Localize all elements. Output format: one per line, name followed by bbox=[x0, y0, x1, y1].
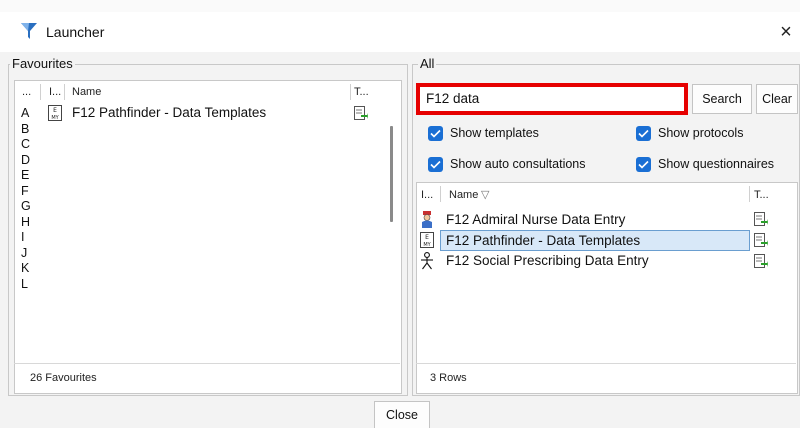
show-questionnaires-checkbox[interactable] bbox=[636, 157, 651, 172]
template-launch-icon bbox=[754, 233, 768, 252]
show-protocols-checkbox[interactable] bbox=[636, 126, 651, 141]
column-header-letter[interactable]: ... bbox=[22, 86, 31, 98]
favourite-name: F12 Pathfinder - Data Templates bbox=[72, 105, 267, 120]
column-header-name[interactable]: Name bbox=[449, 189, 478, 201]
clear-button[interactable]: Clear bbox=[756, 84, 798, 114]
launcher-funnel-icon bbox=[20, 20, 38, 42]
letter-index[interactable]: K bbox=[21, 261, 35, 277]
svg-text:MY: MY bbox=[51, 115, 59, 121]
template-launch-icon bbox=[754, 212, 768, 231]
letter-index[interactable]: J bbox=[21, 246, 35, 262]
show-templates-checkbox[interactable] bbox=[428, 126, 443, 141]
template-launch-icon bbox=[754, 254, 768, 273]
window-title: Launcher bbox=[46, 24, 105, 40]
result-row[interactable]: F12 Admiral Nurse Data Entry bbox=[418, 210, 750, 230]
nurse-icon bbox=[420, 211, 434, 232]
letter-index[interactable]: E bbox=[21, 168, 35, 184]
favourites-list[interactable] bbox=[14, 80, 402, 394]
svg-text:E: E bbox=[425, 234, 429, 241]
letter-index[interactable]: I bbox=[21, 230, 35, 246]
title-bar bbox=[0, 12, 800, 52]
show-auto-consultations-checkbox[interactable] bbox=[428, 157, 443, 172]
favourites-scrollbar[interactable] bbox=[390, 126, 393, 222]
column-header-name[interactable]: Name bbox=[72, 86, 101, 98]
favourites-count: 26 Favourites bbox=[30, 372, 97, 384]
template-icon: E MY bbox=[420, 232, 434, 251]
svg-text:MY: MY bbox=[423, 242, 431, 248]
column-header-type[interactable]: T... bbox=[754, 189, 769, 201]
search-button[interactable]: Search bbox=[692, 84, 752, 114]
search-input[interactable]: F12 data bbox=[416, 83, 688, 115]
show-auto-consultations-label[interactable]: Show auto consultations bbox=[450, 157, 586, 171]
template-launch-icon bbox=[354, 106, 368, 125]
column-header-icon[interactable]: I... bbox=[421, 189, 433, 201]
result-row[interactable]: E MY F12 Pathfinder - Data Templates bbox=[418, 230, 750, 251]
show-protocols-label[interactable]: Show protocols bbox=[658, 126, 743, 140]
letter-index[interactable]: G bbox=[21, 199, 35, 215]
column-header-icon[interactable]: I... bbox=[49, 86, 61, 98]
letter-index[interactable]: B bbox=[21, 122, 35, 138]
person-icon bbox=[420, 252, 434, 273]
show-templates-label[interactable]: Show templates bbox=[450, 126, 539, 140]
all-group-label: All bbox=[418, 56, 437, 71]
template-icon: E MY bbox=[48, 105, 62, 124]
column-header-type[interactable]: T... bbox=[354, 86, 369, 98]
sort-descending-icon: ▽ bbox=[481, 189, 490, 201]
window-close-button[interactable]: × bbox=[776, 18, 796, 46]
result-name: F12 Social Prescribing Data Entry bbox=[446, 253, 649, 268]
letter-index[interactable]: F bbox=[21, 184, 35, 200]
alphabet-index[interactable]: A B C D E F G H I J K L bbox=[21, 106, 35, 292]
show-questionnaires-label[interactable]: Show questionnaires bbox=[658, 157, 774, 171]
letter-index[interactable]: C bbox=[21, 137, 35, 153]
result-name: F12 Admiral Nurse Data Entry bbox=[446, 212, 626, 227]
letter-index[interactable]: A bbox=[21, 106, 35, 122]
letter-index[interactable]: L bbox=[21, 277, 35, 293]
letter-index[interactable]: H bbox=[21, 215, 35, 231]
close-button[interactable]: Close bbox=[374, 401, 430, 428]
top-strip bbox=[0, 0, 800, 12]
svg-text:E: E bbox=[53, 107, 57, 114]
letter-index[interactable]: D bbox=[21, 153, 35, 169]
result-name: F12 Pathfinder - Data Templates bbox=[446, 233, 641, 248]
result-row[interactable]: F12 Social Prescribing Data Entry bbox=[418, 251, 750, 271]
favourites-group-label: Favourites bbox=[10, 56, 75, 71]
favourite-row[interactable]: E MY F12 Pathfinder - Data Templates bbox=[48, 104, 378, 122]
results-count: 3 Rows bbox=[430, 372, 467, 384]
